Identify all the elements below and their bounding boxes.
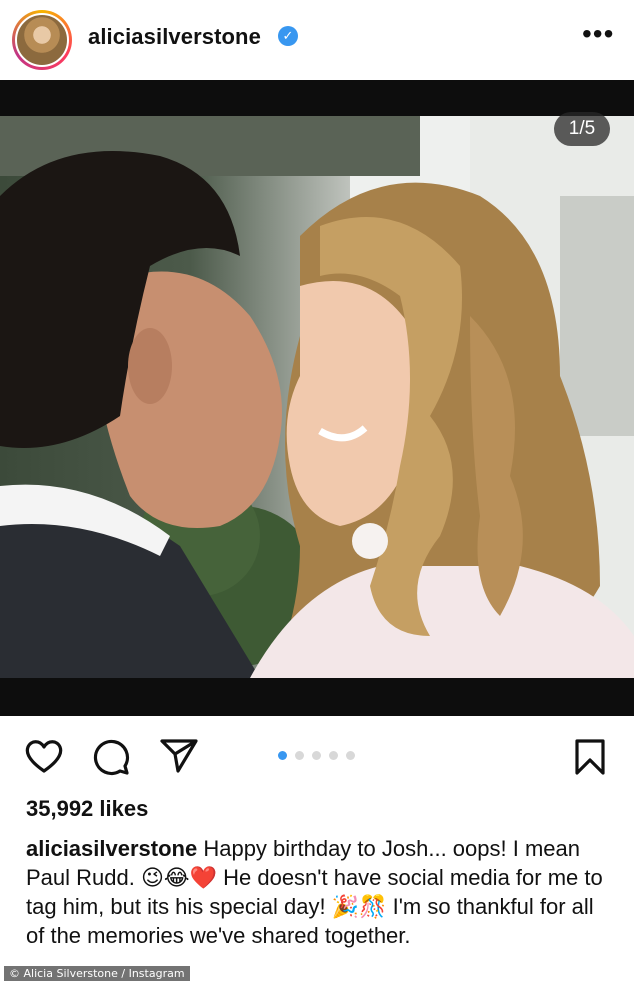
verified-icon: ✓ xyxy=(278,26,298,46)
carousel-dot xyxy=(346,751,355,760)
caption-username[interactable]: aliciasilverstone xyxy=(26,836,197,861)
avatar[interactable] xyxy=(12,10,72,70)
likes-count[interactable]: 35,992 likes xyxy=(26,796,148,822)
photo-credit: © Alicia Silverstone / Instagram xyxy=(4,966,190,981)
bookmark-icon[interactable] xyxy=(574,738,606,776)
post-header: aliciasilverstone ✓ ••• xyxy=(0,0,634,80)
heart-icon[interactable] xyxy=(24,738,64,774)
carousel-dot xyxy=(312,751,321,760)
carousel-dot xyxy=(329,751,338,760)
more-options-button[interactable]: ••• xyxy=(582,20,614,48)
carousel-counter: 1/5 xyxy=(554,112,610,146)
carousel-dot-active xyxy=(278,751,287,760)
comment-icon[interactable] xyxy=(92,738,130,776)
post-photo xyxy=(0,116,634,678)
carousel-dot xyxy=(295,751,304,760)
send-icon[interactable] xyxy=(160,738,198,774)
post-media[interactable]: 1/5 xyxy=(0,80,634,716)
photo-illustration xyxy=(0,116,634,678)
avatar-image xyxy=(15,13,69,67)
username-link[interactable]: aliciasilverstone xyxy=(88,24,261,50)
post-caption: aliciasilverstone Happy birthday to Josh… xyxy=(26,834,608,950)
